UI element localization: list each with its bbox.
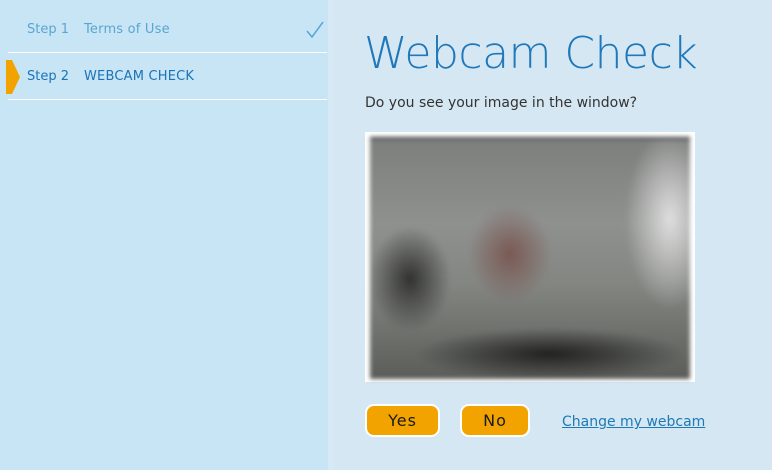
sidebar-step-terms-of-use[interactable]: Step 1 Terms of Use xyxy=(8,7,327,53)
step-name: WEBCAM CHECK xyxy=(84,69,195,84)
step-number: Step 1 xyxy=(27,22,70,37)
step-name: Terms of Use xyxy=(84,22,170,37)
page-title: Webcam Check xyxy=(364,28,698,79)
steps-sidebar: Step 1 Terms of Use Step 2 WEBCAM CHECK xyxy=(0,0,334,470)
sidebar-step-webcam-check[interactable]: Step 2 WEBCAM CHECK xyxy=(6,54,327,100)
check-icon xyxy=(306,21,324,39)
webcam-question: Do you see your image in the window? xyxy=(365,95,638,111)
change-webcam-link[interactable]: Change my webcam xyxy=(562,414,705,430)
no-button[interactable]: No xyxy=(460,404,530,437)
yes-button[interactable]: Yes xyxy=(365,404,440,437)
main-panel: Webcam Check Do you see your image in th… xyxy=(334,0,772,470)
arrow-indicator-icon xyxy=(6,60,20,94)
step-number: Step 2 xyxy=(27,69,70,84)
webcam-preview-video xyxy=(370,137,690,379)
app-window: Step 1 Terms of Use Step 2 WEBCAM CHECK … xyxy=(0,0,772,470)
webcam-preview-frame xyxy=(365,132,695,382)
